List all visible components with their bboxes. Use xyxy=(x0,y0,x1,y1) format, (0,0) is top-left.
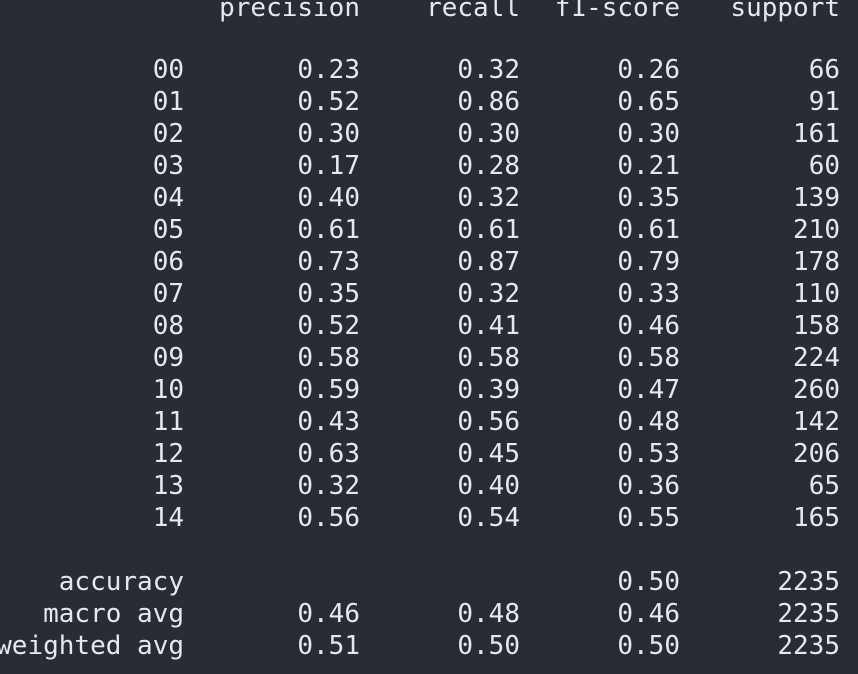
recall-value: 0.41 xyxy=(457,311,520,341)
precision-value: 0.59 xyxy=(297,375,360,405)
f1-score-value: 0.61 xyxy=(617,215,680,245)
f1-score-value: 0.46 xyxy=(617,311,680,341)
precision-value: 0.51 xyxy=(297,631,360,661)
recall-value: 0.40 xyxy=(457,471,520,501)
support-value: 2235 xyxy=(777,599,840,629)
support-value: 2235 xyxy=(777,631,840,661)
recall-value: 0.39 xyxy=(457,375,520,405)
f1-score-value: 0.50 xyxy=(617,567,680,597)
row-label: 04 xyxy=(152,183,184,213)
row-label: accuracy xyxy=(58,567,184,597)
support-value: 2235 xyxy=(777,567,840,597)
row-label: 14 xyxy=(152,503,184,533)
precision-value: 0.63 xyxy=(297,439,360,469)
precision-value: 0.56 xyxy=(297,503,360,533)
row-label: 01 xyxy=(152,87,184,117)
precision-value: 0.30 xyxy=(297,119,360,149)
precision-value: 0.52 xyxy=(297,87,360,117)
header-precision: precision xyxy=(219,0,360,23)
precision-value: 0.58 xyxy=(297,343,360,373)
support-value: 206 xyxy=(793,439,840,469)
row-label: 05 xyxy=(152,215,184,245)
recall-value: 0.54 xyxy=(457,503,520,533)
recall-value: 0.45 xyxy=(457,439,520,469)
f1-score-value: 0.35 xyxy=(617,183,680,213)
support-value: 178 xyxy=(793,247,840,277)
precision-value: 0.40 xyxy=(297,183,360,213)
f1-score-value: 0.47 xyxy=(617,375,680,405)
f1-score-value: 0.53 xyxy=(617,439,680,469)
support-value: 165 xyxy=(793,503,840,533)
precision-value: 0.35 xyxy=(297,279,360,309)
recall-value: 0.58 xyxy=(457,343,520,373)
row-label: 06 xyxy=(152,247,184,277)
recall-value: 0.32 xyxy=(457,279,520,309)
f1-score-value: 0.26 xyxy=(617,55,680,85)
support-value: 110 xyxy=(793,279,840,309)
support-value: 142 xyxy=(793,407,840,437)
precision-value: 0.61 xyxy=(297,215,360,245)
f1-score-value: 0.30 xyxy=(617,119,680,149)
f1-score-value: 0.65 xyxy=(617,87,680,117)
row-label: 08 xyxy=(152,311,184,341)
precision-value: 0.23 xyxy=(297,55,360,85)
recall-value: 0.50 xyxy=(457,631,520,661)
precision-value: 0.73 xyxy=(297,247,360,277)
row-label: 03 xyxy=(152,151,184,181)
f1-score-value: 0.48 xyxy=(617,407,680,437)
support-value: 161 xyxy=(793,119,840,149)
f1-score-value: 0.46 xyxy=(617,599,680,629)
row-label: weighted avg xyxy=(0,631,184,661)
row-label: 12 xyxy=(152,439,184,469)
recall-value: 0.32 xyxy=(457,183,520,213)
support-value: 60 xyxy=(808,151,840,181)
header-recall: recall xyxy=(426,0,520,23)
classification-report: precision recall f1-score support 00 0.23… xyxy=(0,0,858,674)
f1-score-value: 0.21 xyxy=(617,151,680,181)
row-label: 10 xyxy=(152,375,184,405)
row-label: 09 xyxy=(152,343,184,373)
row-label: 11 xyxy=(152,407,184,437)
support-value: 65 xyxy=(808,471,840,501)
recall-value: 0.28 xyxy=(457,151,520,181)
support-value: 260 xyxy=(793,375,840,405)
precision-value: 0.52 xyxy=(297,311,360,341)
header-support: support xyxy=(730,0,840,23)
precision-value: 0.43 xyxy=(297,407,360,437)
f1-score-value: 0.79 xyxy=(617,247,680,277)
recall-value: 0.86 xyxy=(457,87,520,117)
precision-value: 0.32 xyxy=(297,471,360,501)
precision-value: 0.17 xyxy=(297,151,360,181)
support-value: 139 xyxy=(793,183,840,213)
row-label: 07 xyxy=(152,279,184,309)
row-label: 00 xyxy=(152,55,184,85)
recall-value: 0.48 xyxy=(457,599,520,629)
row-label: 13 xyxy=(152,471,184,501)
support-value: 210 xyxy=(793,215,840,245)
f1-score-value: 0.50 xyxy=(617,631,680,661)
precision-value: 0.46 xyxy=(297,599,360,629)
recall-value: 0.87 xyxy=(457,247,520,277)
support-value: 66 xyxy=(808,55,840,85)
support-value: 91 xyxy=(808,87,840,117)
recall-value: 0.32 xyxy=(457,55,520,85)
support-value: 224 xyxy=(793,343,840,373)
recall-value: 0.56 xyxy=(457,407,520,437)
recall-value: 0.61 xyxy=(457,215,520,245)
f1-score-value: 0.33 xyxy=(617,279,680,309)
f1-score-value: 0.58 xyxy=(617,343,680,373)
row-label: 02 xyxy=(152,119,184,149)
support-value: 158 xyxy=(793,311,840,341)
f1-score-value: 0.36 xyxy=(617,471,680,501)
header-f1-score: f1-score xyxy=(554,0,680,23)
row-label: macro avg xyxy=(43,599,184,629)
recall-value: 0.30 xyxy=(457,119,520,149)
f1-score-value: 0.55 xyxy=(617,503,680,533)
